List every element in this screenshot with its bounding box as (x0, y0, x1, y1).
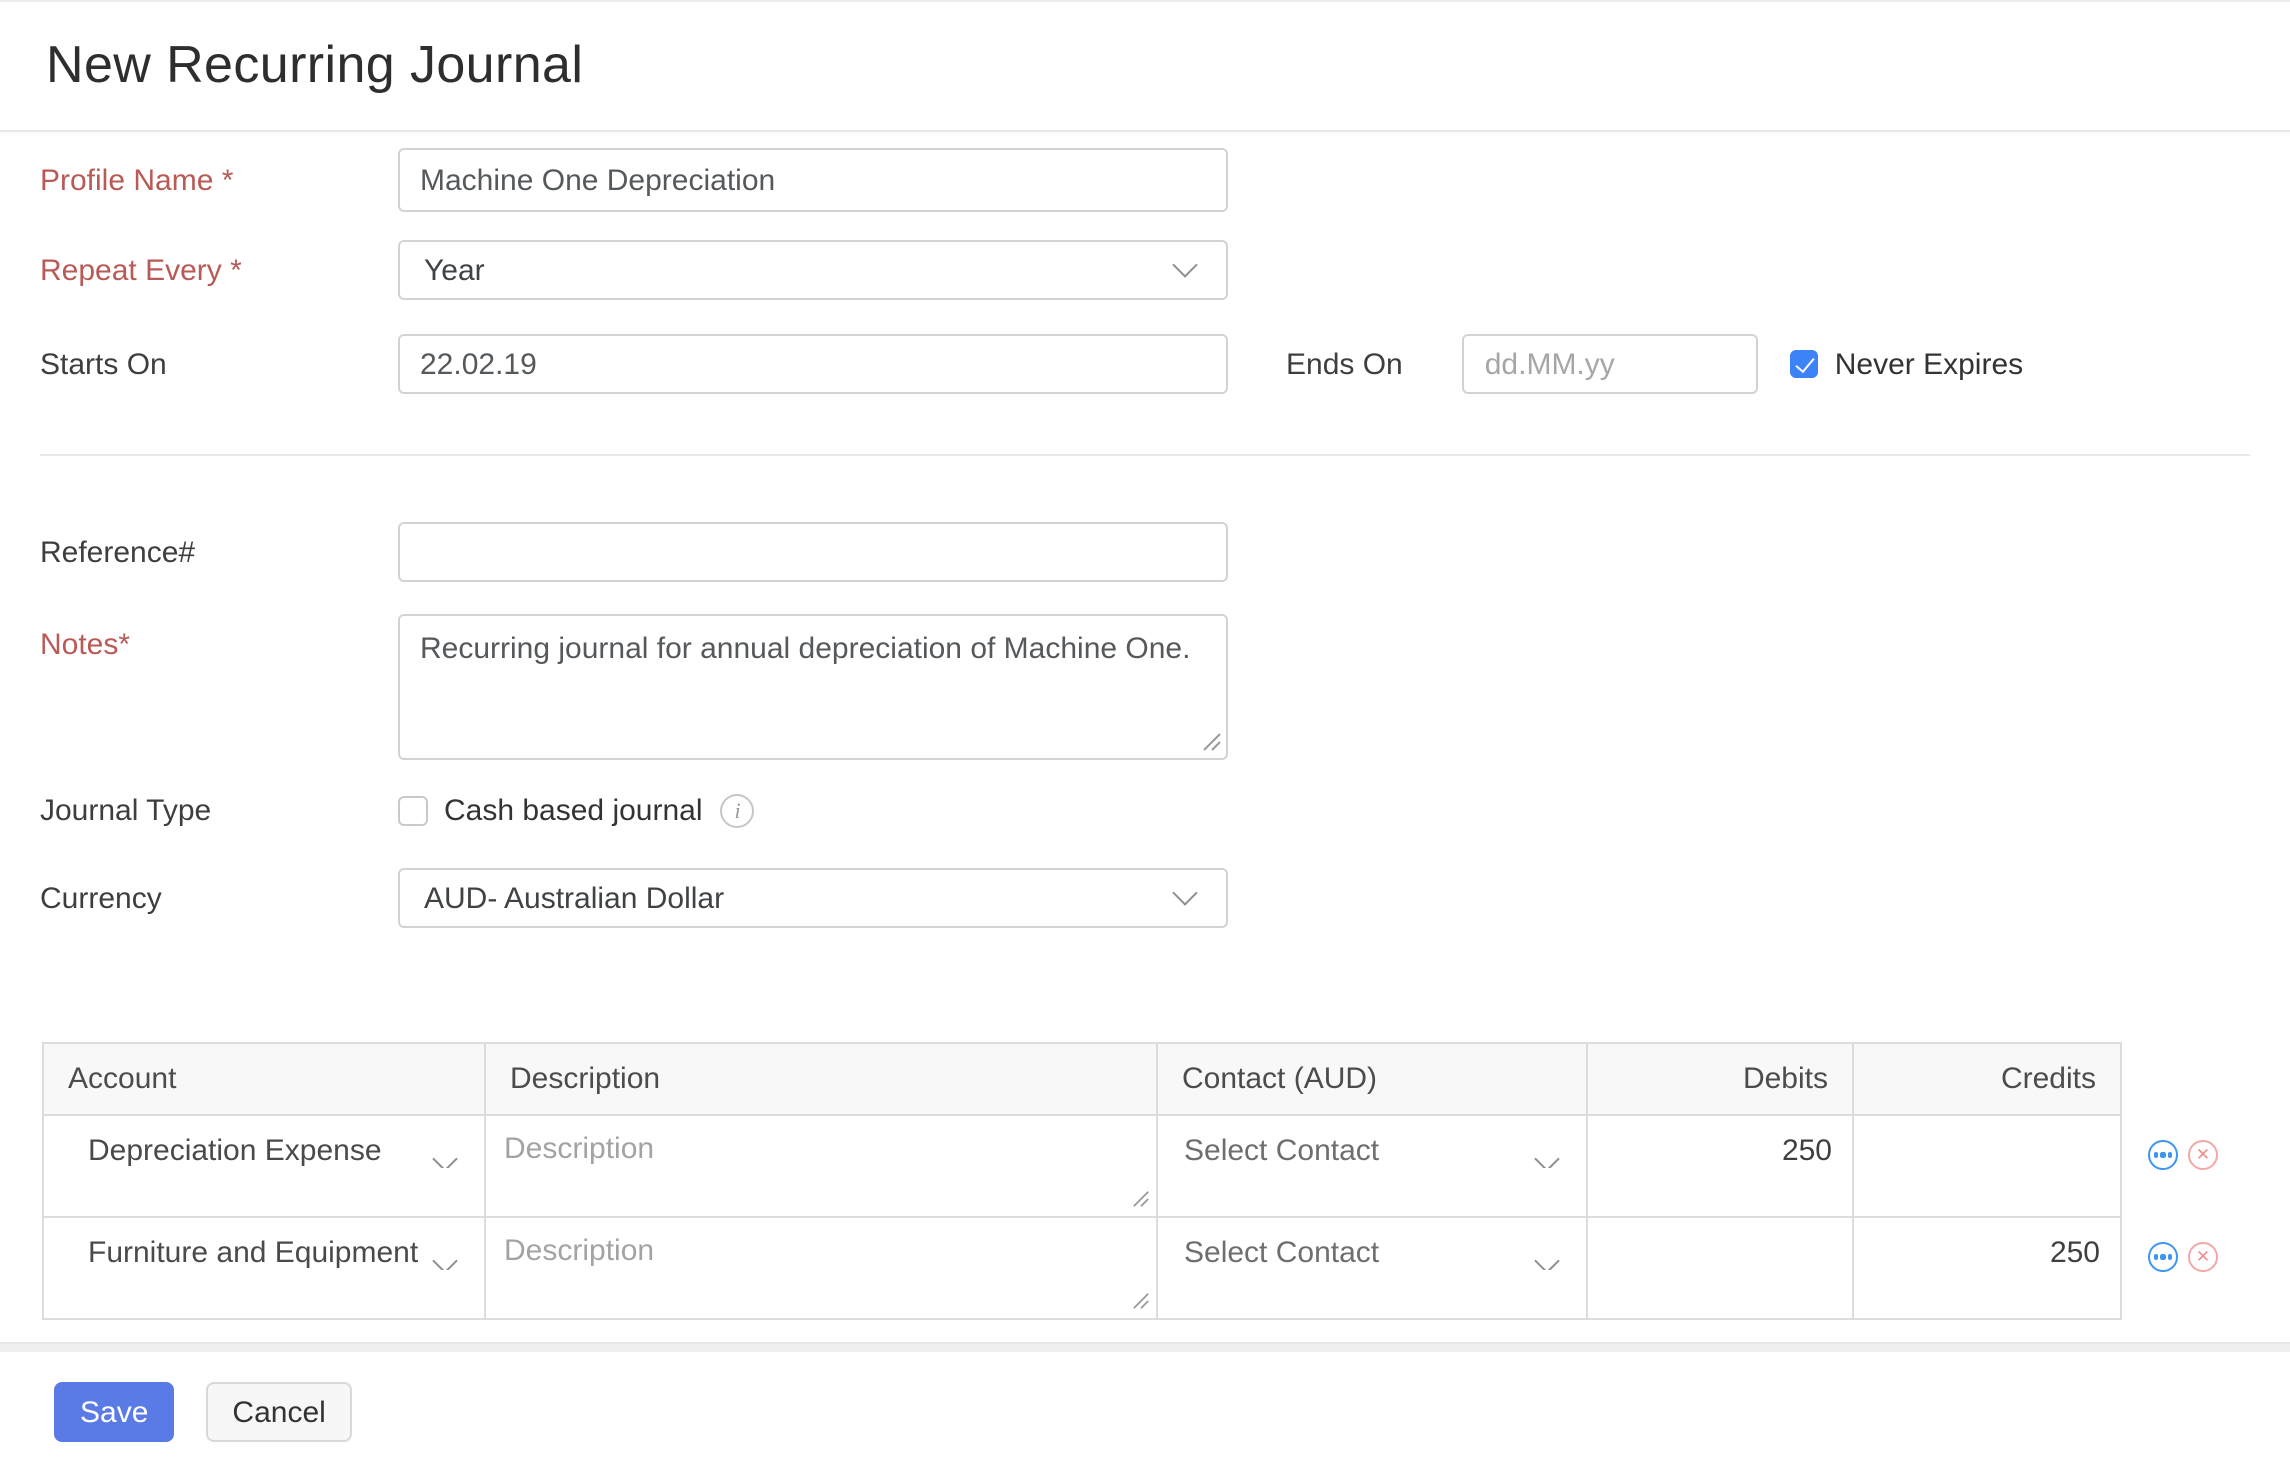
notes-label: Notes* (40, 628, 131, 662)
contact-value: Select Contact (1184, 1134, 1380, 1168)
column-header-description: Description (484, 1042, 1158, 1116)
column-header-credits: Credits (1852, 1042, 2122, 1116)
contact-select[interactable]: Select Contact (1158, 1218, 1586, 1270)
line-items-table: Account Description Contact (AUD) Debits… (42, 1042, 2122, 1320)
column-header-debits: Debits (1586, 1042, 1854, 1116)
chevron-down-icon (432, 1248, 458, 1270)
footer-buttons: Save Cancel (54, 1382, 2290, 1442)
repeat-every-row: Repeat Every * Year (40, 240, 2290, 300)
line-items-table-zone: Account Description Contact (AUD) Debits… (42, 1042, 2218, 1320)
never-expires-label: Never Expires (1834, 347, 2024, 381)
contact-select[interactable]: Select Contact (1158, 1116, 1586, 1168)
page-title: New Recurring Journal (46, 34, 584, 94)
notes-field-wrap: Recurring journal for annual depreciatio… (398, 614, 1228, 760)
starts-on-label: Starts On (40, 347, 167, 381)
cancel-button[interactable]: Cancel (206, 1382, 352, 1442)
remove-circle-icon[interactable]: ✕ (2188, 1242, 2218, 1272)
reference-row: Reference# (40, 522, 2290, 582)
currency-value: AUD- Australian Dollar (424, 881, 725, 915)
account-select[interactable]: Depreciation Expense (44, 1116, 484, 1168)
chevron-down-icon (1534, 1248, 1560, 1270)
currency-select[interactable]: AUD- Australian Dollar (398, 868, 1228, 928)
reference-label: Reference# (40, 535, 196, 569)
notes-textarea[interactable]: Recurring journal for annual depreciatio… (398, 614, 1228, 760)
account-select[interactable]: Furniture and Equipment (44, 1218, 484, 1270)
cash-based-journal-label: Cash based journal (444, 794, 703, 828)
contact-value: Select Contact (1184, 1236, 1380, 1270)
table-row: Furniture and Equipment Select Contact (42, 1216, 2122, 1320)
description-textarea[interactable] (486, 1218, 1156, 1318)
reference-input[interactable] (398, 522, 1228, 582)
account-value: Furniture and Equipment (88, 1236, 419, 1270)
repeat-every-label: Repeat Every * (40, 253, 242, 287)
cash-based-journal-checkbox[interactable] (398, 796, 428, 826)
journal-type-label: Journal Type (40, 794, 212, 828)
never-expires-checkbox[interactable] (1790, 350, 1819, 378)
section-divider (40, 454, 2250, 456)
journal-type-row: Journal Type Cash based journal (40, 794, 2290, 828)
profile-name-input[interactable] (398, 148, 1228, 212)
currency-label: Currency (40, 881, 162, 915)
new-recurring-journal-page: New Recurring Journal Profile Name * Rep… (0, 0, 2290, 1478)
save-button[interactable]: Save (54, 1382, 175, 1442)
debits-cell[interactable] (1586, 1216, 1854, 1320)
chevron-down-icon (432, 1146, 458, 1168)
description-textarea[interactable] (486, 1116, 1156, 1216)
ellipsis-circle-icon[interactable] (2148, 1140, 2178, 1170)
credits-cell[interactable]: 250 (1852, 1216, 2122, 1320)
chevron-down-icon (1172, 880, 1198, 906)
chevron-down-icon (1172, 252, 1198, 278)
page-header: New Recurring Journal (0, 0, 2290, 132)
remove-circle-icon[interactable]: ✕ (2188, 1140, 2218, 1170)
chevron-down-icon (1534, 1146, 1560, 1168)
repeat-every-select[interactable]: Year (398, 240, 1228, 300)
ends-on-input[interactable] (1462, 334, 1759, 394)
notes-row: Notes* Recurring journal for annual depr… (40, 614, 2290, 760)
table-header-row: Account Description Contact (AUD) Debits… (42, 1042, 2122, 1116)
row-actions: ✕ (2148, 1140, 2218, 1170)
currency-row: Currency AUD- Australian Dollar (40, 868, 2290, 928)
column-header-contact: Contact (AUD) (1156, 1042, 1588, 1116)
info-circle-icon[interactable] (720, 794, 755, 828)
debits-cell[interactable]: 250 (1586, 1114, 1854, 1218)
profile-name-row: Profile Name * (40, 148, 2290, 212)
row-actions: ✕ (2148, 1242, 2218, 1272)
ends-on-label: Ends On (1286, 347, 1403, 381)
ellipsis-circle-icon[interactable] (2148, 1242, 2178, 1272)
repeat-every-value: Year (424, 253, 485, 287)
starts-on-row: Starts On Ends On Never Expires (40, 334, 2290, 394)
footer-separator (0, 1342, 2290, 1352)
starts-on-input[interactable] (398, 334, 1228, 394)
column-header-account: Account (42, 1042, 486, 1116)
credits-cell[interactable] (1852, 1114, 2122, 1218)
table-row: Depreciation Expense Select Contact (42, 1114, 2122, 1218)
profile-name-label: Profile Name * (40, 163, 234, 197)
account-value: Depreciation Expense (88, 1134, 382, 1168)
